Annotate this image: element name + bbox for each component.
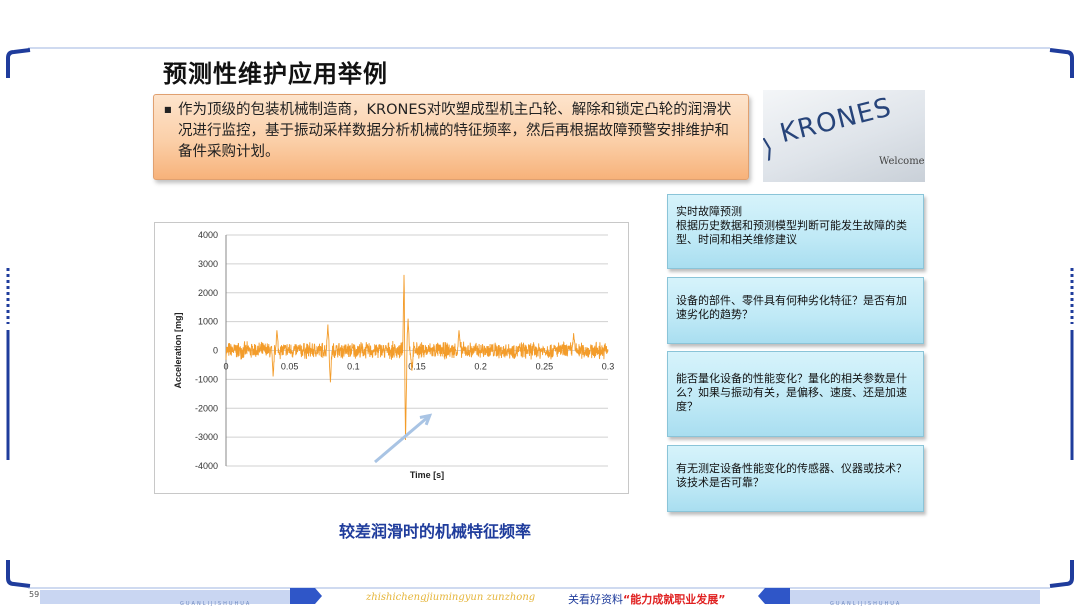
x-tick-label: 0.25 [536, 362, 554, 372]
footer-bar-left [40, 590, 300, 604]
y-tick-label: 1000 [198, 317, 218, 327]
x-axis-label: Time [s] [410, 470, 444, 480]
footer-bar-right [772, 590, 1040, 604]
y-tick-label: -3000 [195, 432, 218, 442]
y-tick-label: -2000 [195, 403, 218, 413]
chart-frame: 4000 3000 2000 1000 0 -1000 -2000 -3000 -4000 0 0.… [154, 222, 629, 494]
footer-promo-text: 关看好资料 [568, 593, 623, 606]
footer-subtext-right: GUANLIJISHUHUA [830, 601, 902, 607]
page-number: 59 [29, 590, 40, 599]
question-box-degradation: 设备的部件、零件具有何种劣化特征？是否有加速劣化的趋势？ [667, 277, 924, 344]
corner-br [1049, 560, 1074, 588]
annotation-arrow [374, 414, 431, 464]
question-text: 实时故障预测 根据历史数据和预测模型判断可能发生故障的类型、时间和相关维修建议 [676, 205, 907, 246]
footer-subtext-left: GUANLIJISHUHUA [180, 601, 252, 607]
y-tick-label: 2000 [198, 288, 218, 298]
x-tick-label: 0.2 [474, 362, 487, 372]
footer-english: zhishichengjiumingyun zunzhong [366, 592, 536, 603]
footer-chevron-left [290, 588, 322, 604]
corner-bl [6, 560, 31, 588]
x-tick-label: 0.05 [281, 362, 299, 372]
signal-line [225, 274, 609, 441]
y-tick-label: 3000 [198, 259, 218, 269]
krones-mark-icon: ⟩ [763, 133, 777, 165]
footer-chevron-right [758, 588, 790, 604]
y-tick-label: -1000 [195, 374, 218, 384]
question-box-sensors: 有无测定设备性能变化的传感器、仪器或技术？该技术是否可靠？ [667, 445, 924, 512]
y-tick-label: 4000 [198, 230, 218, 240]
corner-tr [1049, 48, 1074, 78]
x-tick-label: 0 [223, 362, 228, 372]
vibration-chart: 4000 3000 2000 1000 0 -1000 -2000 -3000 -4000 0 0.… [173, 230, 615, 480]
corner-tl [6, 48, 31, 78]
question-box-realtime: 实时故障预测 根据历史数据和预测模型判断可能发生故障的类型、时间和相关维修建议 [667, 194, 924, 269]
chart-caption: 较差润滑时的机械特征频率 [338, 522, 531, 541]
krones-photo: ⟩ KRONES Welcome [763, 90, 925, 182]
footer-slogan: “能力成就职业发展” [623, 593, 726, 606]
question-box-quantify: 能否量化设备的性能变化？量化的相关参数是什么？如果与振动有关，是偏移、速度、还是… [667, 351, 924, 437]
bullet-box: ■ 作为顶级的包装机械制造商，KRONES对吹塑成型机主凸轮、解除和锁定凸轮的润… [153, 94, 749, 180]
slide-title: 预测性维护应用举例 [163, 60, 388, 88]
x-tick-label: 0.1 [347, 362, 360, 372]
bullet-text: 作为顶级的包装机械制造商，KRONES对吹塑成型机主凸轮、解除和锁定凸轮的润滑状… [178, 102, 732, 160]
bullet-square-icon: ■ [164, 105, 172, 114]
welcome-sign: Welcome [879, 156, 925, 167]
question-text: 能否量化设备的性能变化？量化的相关参数是什么？如果与振动有关，是偏移、速度、还是… [676, 372, 907, 413]
krones-logo: KRONES [777, 92, 895, 150]
question-text: 设备的部件、零件具有何种劣化特征？是否有加速劣化的趋势？ [676, 294, 907, 321]
x-tick-label: 0.3 [602, 362, 615, 372]
y-tick-label: -4000 [195, 461, 218, 471]
y-axis-label: Acceleration [mg] [173, 312, 183, 388]
question-text: 有无测定设备性能变化的传感器、仪器或技术？该技术是否可靠？ [676, 462, 907, 489]
footer-promo: 关看好资料“能力成就职业发展” [568, 591, 725, 607]
y-tick-label: 0 [213, 346, 218, 356]
